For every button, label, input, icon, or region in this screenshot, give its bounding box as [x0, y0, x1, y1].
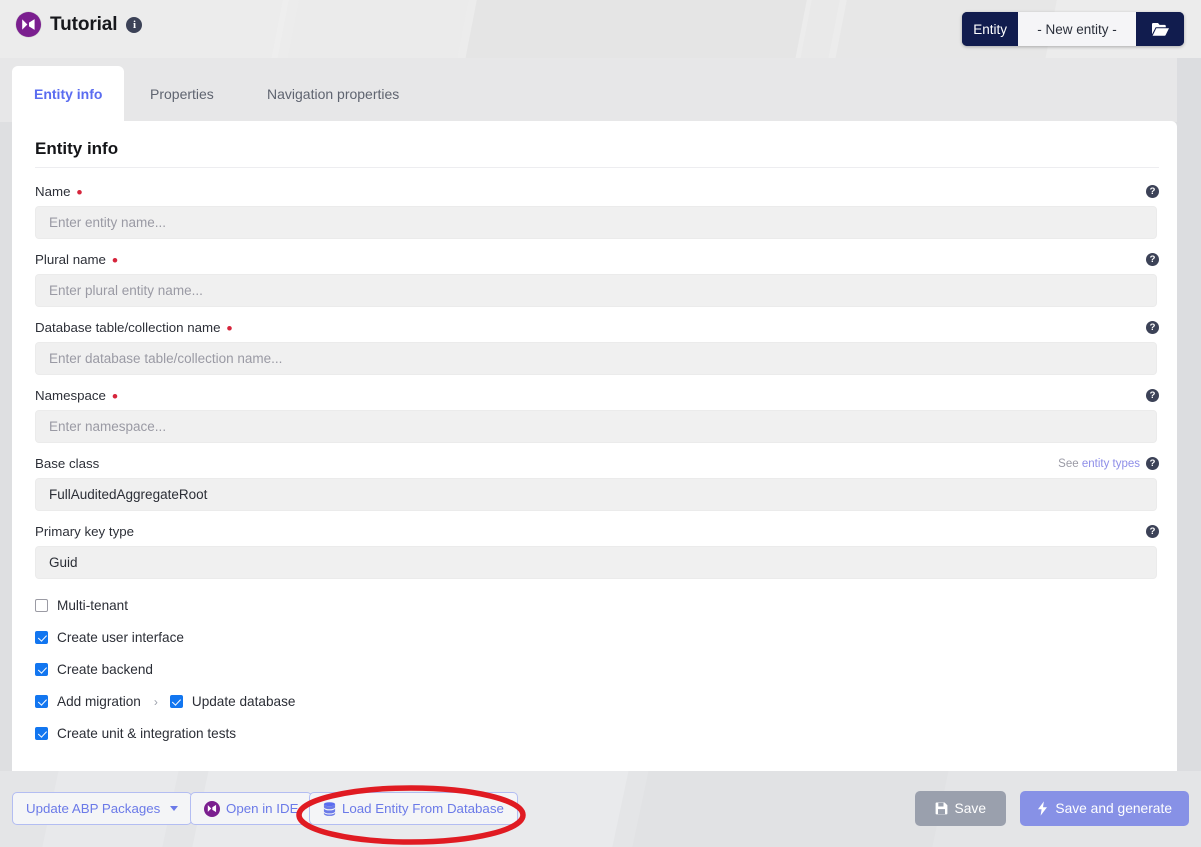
base-class-hint: See entity types [1058, 458, 1140, 470]
checkbox-label[interactable]: Add migration [57, 694, 141, 709]
help-icon[interactable]: ? [1146, 457, 1159, 470]
field-plural-name: Plural name • ? Enter plural entity name… [35, 250, 1159, 307]
floppy-disk-icon [935, 802, 948, 815]
update-abp-packages-button[interactable]: Update ABP Packages [12, 792, 193, 825]
lightning-bolt-icon [1037, 801, 1048, 816]
help-icon[interactable]: ? [1146, 389, 1159, 402]
page-title: Tutorial [50, 13, 118, 35]
help-icon[interactable]: ? [1146, 185, 1159, 198]
hint-prefix: See [1058, 457, 1079, 470]
checkbox-label[interactable]: Update database [192, 694, 296, 709]
checkbox-label[interactable]: Create unit & integration tests [57, 726, 236, 741]
load-entity-from-database-button[interactable]: Load Entity From Database [309, 792, 518, 825]
checkbox-label[interactable]: Multi-tenant [57, 598, 128, 613]
field-label: Plural name [35, 252, 106, 267]
tab-navigation-properties[interactable]: Navigation properties [245, 66, 421, 122]
section-divider [35, 167, 1159, 168]
entity-selector-label[interactable]: Entity [962, 12, 1018, 46]
info-icon[interactable]: i [126, 16, 143, 33]
tab-label: Entity info [34, 86, 103, 102]
entity-selector[interactable]: Entity - New entity - [962, 12, 1184, 46]
field-label: Database table/collection name [35, 320, 221, 335]
tab-bar: Entity info Properties Navigation proper… [0, 58, 1177, 122]
tab-label: Navigation properties [267, 86, 400, 102]
field-label: Name [35, 184, 71, 199]
required-marker: • [226, 319, 233, 338]
options-group: Multi-tenant Create user interface Creat… [35, 595, 1159, 744]
field-namespace: Namespace • ? Enter namespace... [35, 386, 1159, 443]
name-input[interactable]: Enter entity name... [35, 206, 1157, 239]
add-migration-checkbox[interactable] [35, 695, 48, 708]
create-tests-checkbox[interactable] [35, 727, 48, 740]
toolbar-decor-band [627, 771, 953, 847]
save-button[interactable]: Save [914, 791, 1006, 826]
header-decor-band [281, 0, 473, 58]
create-user-interface-checkbox[interactable] [35, 631, 48, 644]
chevron-right-icon: › [153, 694, 158, 709]
section-title: Entity info [35, 139, 119, 158]
right-gutter [1177, 58, 1201, 771]
checkbox-row-create-tests[interactable]: Create unit & integration tests [35, 723, 1159, 744]
namespace-input[interactable]: Enter namespace... [35, 410, 1157, 443]
base-class-select[interactable]: FullAuditedAggregateRoot [35, 478, 1157, 511]
app-window: Tutorial i Entity - New entity - Entity … [0, 0, 1201, 847]
abp-studio-logo-icon [16, 12, 41, 37]
plural-name-input[interactable]: Enter plural entity name... [35, 274, 1157, 307]
tab-label: Properties [150, 86, 214, 102]
help-icon[interactable]: ? [1146, 321, 1159, 334]
checkbox-label[interactable]: Create user interface [57, 630, 184, 645]
brand: Tutorial i [16, 12, 143, 37]
create-backend-checkbox[interactable] [35, 663, 48, 676]
help-icon[interactable]: ? [1146, 253, 1159, 266]
required-marker: • [76, 183, 83, 202]
button-label: Save and generate [1055, 801, 1172, 816]
entity-selector-value[interactable]: - New entity - [1018, 12, 1136, 46]
button-label: Open in IDE [226, 801, 299, 816]
app-header: Tutorial i Entity - New entity - [0, 0, 1201, 58]
checkbox-row-create-user-interface[interactable]: Create user interface [35, 627, 1159, 648]
button-label: Update ABP Packages [26, 801, 161, 816]
checkbox-row-multi-tenant[interactable]: Multi-tenant [35, 595, 1159, 616]
field-database-table-name: Database table/collection name • ? Enter… [35, 318, 1159, 375]
open-in-ide-button[interactable]: Open in IDE [190, 792, 313, 825]
checkbox-row-create-backend[interactable]: Create backend [35, 659, 1159, 680]
bottom-toolbar: Update ABP Packages Open in IDE Load Ent… [0, 771, 1201, 847]
entity-info-panel: Entity info Name • ? Enter entity name..… [12, 121, 1177, 771]
caret-down-icon [170, 806, 179, 811]
update-database-checkbox[interactable] [169, 695, 183, 708]
header-decor-band [459, 0, 811, 58]
field-label: Namespace [35, 388, 106, 403]
button-label: Save [954, 801, 986, 816]
required-marker: • [111, 387, 118, 406]
database-icon [323, 801, 336, 816]
tab-entity-info[interactable]: Entity info [12, 66, 125, 122]
save-and-generate-button[interactable]: Save and generate [1020, 791, 1189, 826]
help-icon[interactable]: ? [1146, 525, 1159, 538]
button-label: Load Entity From Database [342, 801, 504, 816]
field-label: Base class [35, 456, 100, 471]
multi-tenant-checkbox[interactable] [35, 599, 48, 612]
field-label: Primary key type [35, 524, 135, 539]
field-name: Name • ? Enter entity name... [35, 182, 1159, 239]
field-primary-key-type: Primary key type ? Guid [35, 522, 1159, 579]
checkbox-label[interactable]: Create backend [57, 662, 153, 677]
field-base-class: Base class See entity types ? FullAudite… [35, 454, 1159, 511]
entity-types-link[interactable]: entity types [1082, 458, 1140, 470]
required-marker: • [111, 251, 118, 270]
abp-studio-logo-icon [204, 800, 220, 817]
folder-open-icon[interactable] [1136, 12, 1184, 46]
database-table-name-input[interactable]: Enter database table/collection name... [35, 342, 1157, 375]
checkbox-row-migration[interactable]: Add migration › Update database [35, 691, 1159, 712]
primary-key-type-select[interactable]: Guid [35, 546, 1157, 579]
tab-properties[interactable]: Properties [128, 66, 236, 122]
